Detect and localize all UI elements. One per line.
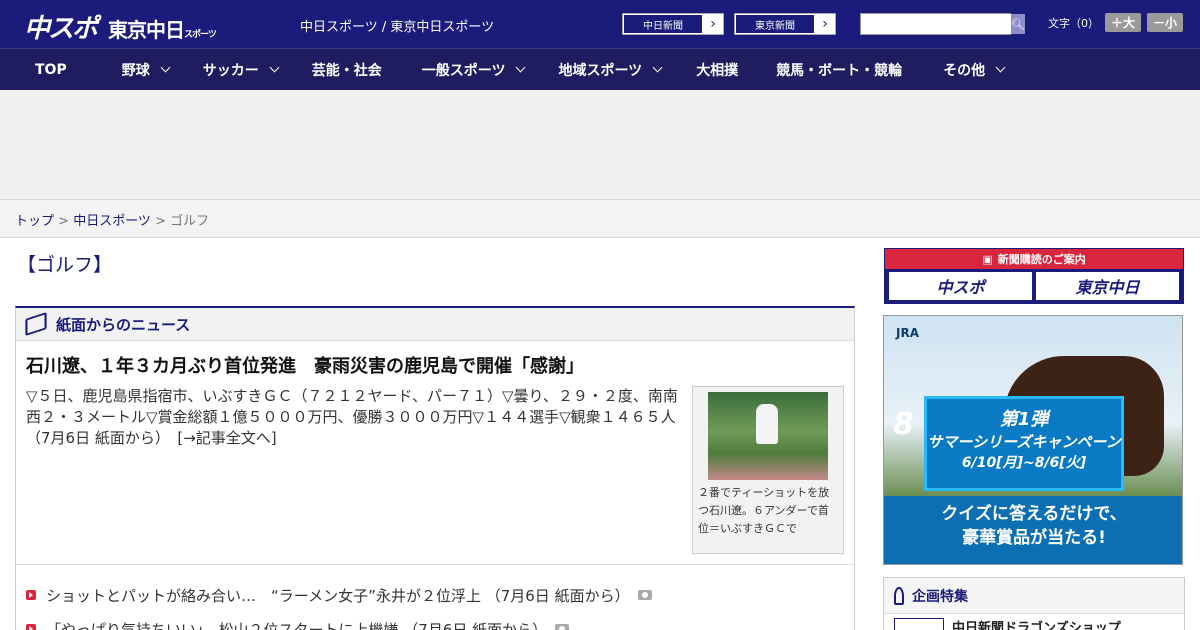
breadcrumb-current: ゴルフ	[170, 214, 210, 229]
news-box-header: 紙面からのニュース	[16, 308, 854, 341]
subscription-box: ▣ 新聞購読のご案内 中スポ 東京中日	[884, 248, 1184, 304]
font-larger-button[interactable]: ＋大	[1105, 13, 1142, 32]
feature-item[interactable]: 中日新聞ドラゴンズショップ	[884, 614, 1184, 630]
subscription-heading[interactable]: ▣ 新聞購読のご案内	[885, 249, 1183, 269]
subscribe-tokyo-chunichi-button[interactable]: 東京中日	[1036, 272, 1179, 300]
nav-baseball[interactable]: 野球	[122, 60, 171, 80]
jra-logo: JRA	[896, 326, 919, 340]
site-header: 中スポ 東京中日スポーツ 中日スポーツ / 東京中日スポーツ 中日新聞 › 東京…	[0, 0, 1200, 48]
font-smaller-button[interactable]: －小	[1147, 13, 1184, 32]
breadcrumb: トップ > 中日スポーツ > ゴルフ	[0, 200, 1200, 238]
logo-main: 中スポ	[24, 14, 98, 44]
main-nav: TOP 野球 サッカー 芸能・社会 一般スポーツ 地域スポーツ 大相撲 競馬・ボ…	[0, 48, 1200, 90]
font-size-label: 文字（0）	[1048, 16, 1099, 30]
news-box: 紙面からのニュース 石川遼、１年３カ月ぶり首位発進 豪雨災害の鹿児島で開催「感謝…	[15, 306, 855, 630]
tokyo-shimbun-link[interactable]: 東京新聞 ›	[734, 13, 836, 35]
nav-sumo[interactable]: 大相撲	[696, 60, 738, 80]
bullet-icon	[26, 624, 36, 630]
nav-entertainment[interactable]: 芸能・社会	[312, 60, 382, 80]
feature-heading: 企画特集	[884, 578, 1184, 614]
chevron-down-icon	[995, 62, 1006, 73]
font-size-controls: 文字（0） ＋大 －小	[1048, 13, 1184, 32]
chevron-right-icon: ›	[710, 16, 716, 32]
subscribe-chunichi-sports-button[interactable]: 中スポ	[889, 272, 1032, 300]
breadcrumb-home[interactable]: トップ	[15, 214, 54, 229]
search-input[interactable]	[861, 14, 1011, 34]
site-logo[interactable]: 中スポ 東京中日スポーツ	[24, 8, 217, 45]
chunichi-shimbun-link[interactable]: 中日新聞 ›	[622, 13, 724, 35]
nav-soccer[interactable]: サッカー	[203, 60, 280, 80]
ribbon-icon	[894, 586, 904, 605]
lead-article-body[interactable]: ▽５日、鹿児島県指宿市、いぶすきＧＣ（７２１２ヤード、パー７１）▽曇り、２９・２…	[26, 386, 686, 449]
nav-top[interactable]: TOP	[35, 62, 67, 78]
list-item[interactable]: ショットとパットが絡み合い… “ラーメン女子”永井が２位浮上 （7月6日 紙面か…	[26, 578, 652, 612]
chevron-down-icon	[269, 62, 280, 73]
golf-photo	[708, 392, 828, 480]
camera-icon	[555, 624, 570, 630]
camera-icon	[637, 590, 652, 600]
page-title: 【ゴルフ】	[17, 254, 113, 276]
campaign-panel: 8 第1弾 サマーシリーズキャンペーン 6/10[月]~8/6[火]	[893, 396, 1124, 491]
logo-sub: 東京中日スポーツ	[108, 18, 217, 42]
ticket-icon: ▣	[982, 252, 993, 266]
nav-local-sports[interactable]: 地域スポーツ	[558, 60, 663, 80]
breadcrumb-section[interactable]: 中日スポーツ	[73, 214, 151, 229]
chevron-down-icon	[516, 62, 526, 73]
nav-general-sports[interactable]: 一般スポーツ	[422, 60, 526, 80]
campaign-tagline: クイズに答えるだけで、 豪華賞品が当たる!	[941, 504, 1127, 548]
lead-article-title[interactable]: 石川遼、１年３カ月ぶり首位発進 豪雨災害の鹿児島で開催「感謝」	[26, 352, 584, 378]
lead-article-photo[interactable]: ２番でティーショットを放つ石川遼。６アンダーで首位＝いぶすきＧＣで	[692, 386, 844, 554]
ad-banner-area	[0, 90, 1200, 200]
feature-thumbnail	[894, 618, 944, 630]
divider	[16, 564, 854, 565]
news-box-heading: 紙面からのニュース	[56, 315, 191, 334]
newspaper-icon	[25, 312, 47, 336]
nav-racing[interactable]: 競馬・ボート・競輪	[776, 60, 902, 80]
chevron-down-icon	[652, 62, 663, 73]
bullet-icon	[26, 590, 36, 600]
list-item[interactable]: 「やっぱり気持ちいい」 松山２位スタートに上機嫌 （7月6日 紙面から）	[26, 612, 652, 630]
chevron-right-icon: ›	[822, 16, 828, 32]
nav-other[interactable]: その他	[943, 60, 1006, 80]
search-button[interactable]: 🔍︎	[1011, 14, 1025, 34]
jra-ad-banner[interactable]: JRA 8 第1弾 サマーシリーズキャンペーン 6/10[月]~8/6[火] ク…	[883, 315, 1183, 565]
search-box: 🔍︎	[860, 13, 1025, 35]
feature-section: 企画特集 中日新聞ドラゴンズショップ	[883, 577, 1185, 630]
horse-number: 8	[893, 407, 914, 442]
site-tagline[interactable]: 中日スポーツ / 東京中日スポーツ	[300, 16, 494, 35]
search-icon: 🔍︎	[1011, 17, 1025, 31]
chevron-down-icon	[160, 62, 171, 73]
photo-caption: ２番でティーショットを放つ石川遼。６アンダーで首位＝いぶすきＧＣで	[698, 486, 830, 535]
news-list: ショットとパットが絡み合い… “ラーメン女子”永井が２位浮上 （7月6日 紙面か…	[26, 578, 652, 630]
